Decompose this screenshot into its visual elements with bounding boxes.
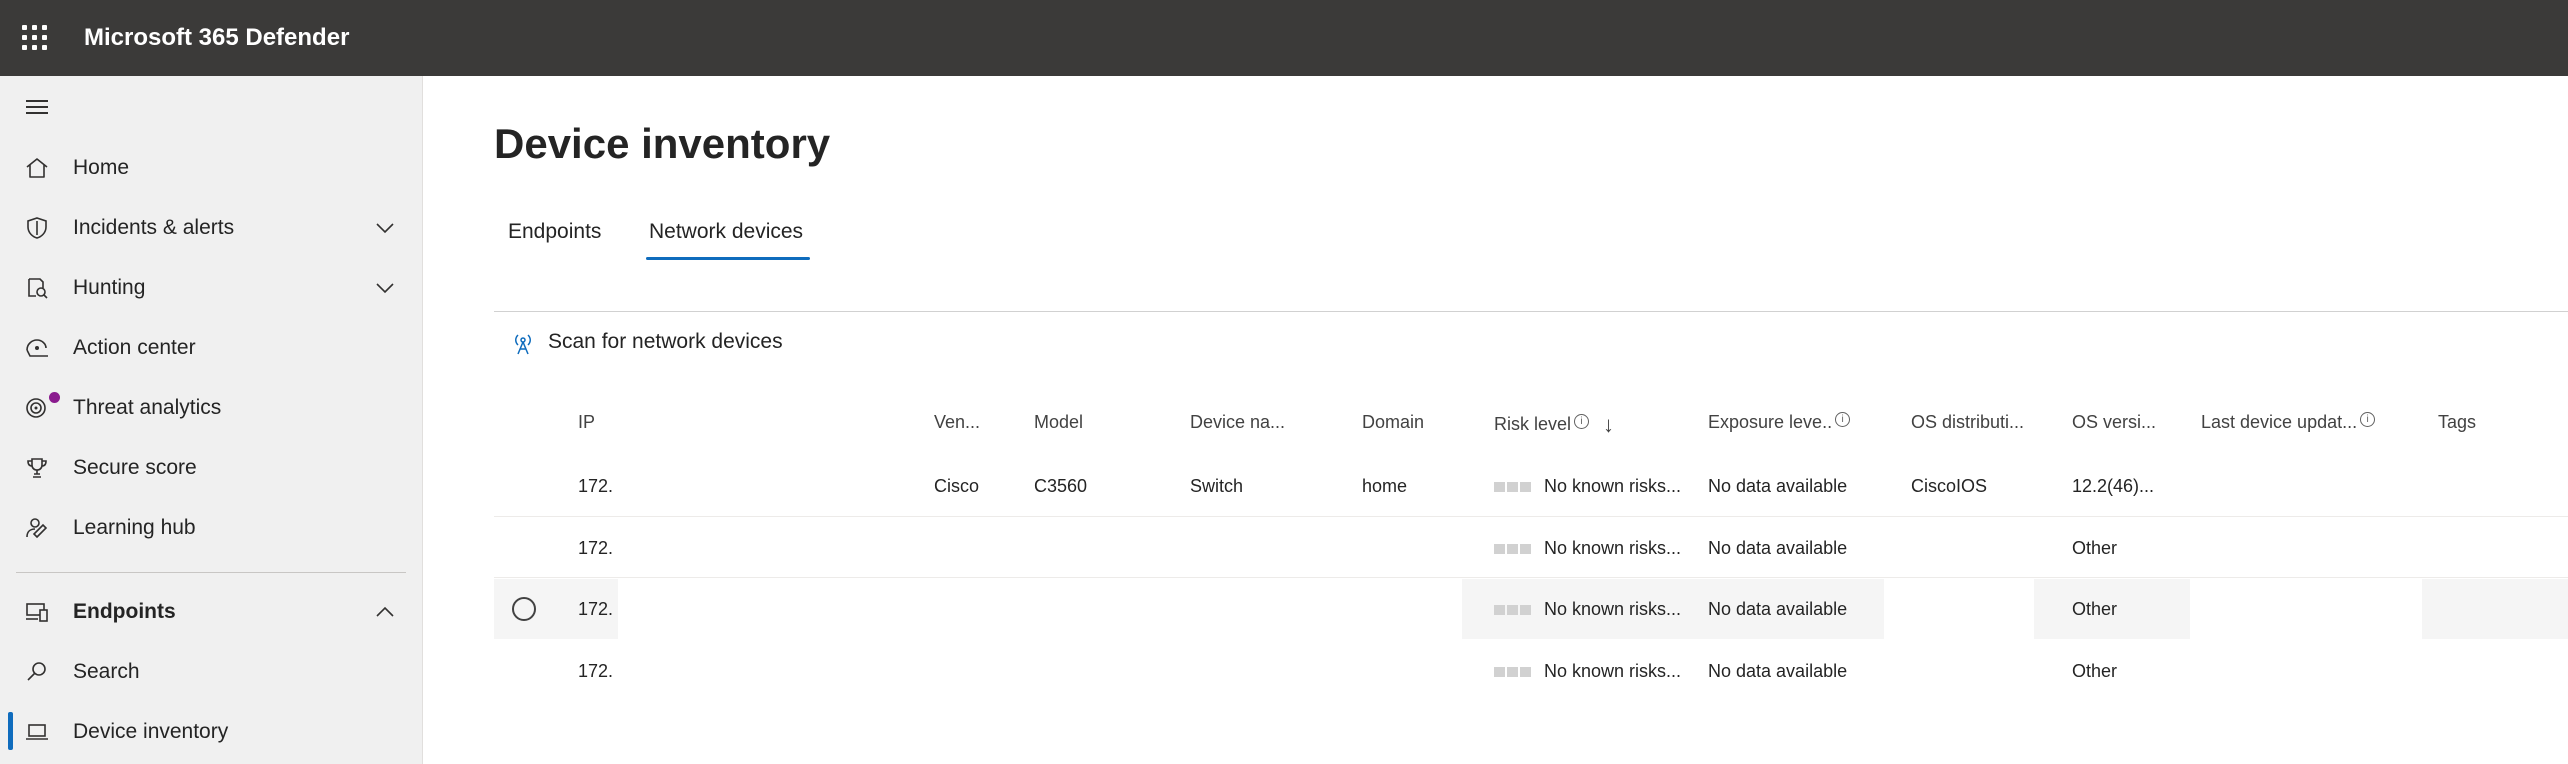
cell-exposure-level: No data available — [1708, 599, 1848, 619]
sidebar-item-secure-score[interactable]: Secure score — [0, 438, 422, 498]
endpoints-icon — [26, 603, 48, 622]
risk-level-bars — [1494, 605, 1532, 615]
row-divider — [494, 516, 2568, 517]
risk-level-bars — [1494, 544, 1532, 554]
cell-os-version: Other — [2072, 538, 2118, 558]
sidebar-item-label: Hunting — [73, 276, 146, 299]
column-header-label: Exposure leve.. — [1708, 412, 1833, 432]
cell-os-version: Other — [2072, 599, 2118, 619]
cell-risk-level: No known risks... — [1544, 661, 1682, 681]
chevron-down-icon[interactable] — [374, 218, 396, 238]
info-icon[interactable]: i — [1574, 414, 1590, 429]
sidebar-item-incidents-alerts[interactable]: Incidents & alerts — [0, 198, 422, 258]
row-select-radio[interactable] — [512, 597, 536, 621]
cell-ip: 172. — [578, 476, 614, 496]
page-title: Device inventory — [494, 120, 831, 167]
column-header-risk-level[interactable]: Risk level i ↓ — [1494, 412, 1614, 438]
cell-exposure-level: No data available — [1708, 661, 1848, 681]
cell-os-distribution: CiscoIOS — [1911, 476, 1988, 496]
notification-dot — [49, 392, 60, 403]
row-divider — [494, 577, 2568, 578]
cell-device-name: Switch — [1190, 476, 1244, 496]
cell-risk-level: No known risks... — [1544, 599, 1682, 619]
table-row[interactable]: 172. No known risks... No data available… — [494, 579, 2568, 639]
sidebar-item-threat-analytics[interactable]: Threat analytics — [0, 378, 422, 438]
sidebar-item-label: Home — [73, 156, 130, 179]
sidebar-item-label: Incidents & alerts — [73, 216, 235, 239]
search-icon — [27, 662, 46, 681]
column-header-ip[interactable]: IP — [578, 412, 595, 433]
home-icon — [26, 158, 48, 178]
learning-hub-icon — [26, 518, 48, 539]
sidebar-item-home[interactable]: Home — [0, 138, 422, 198]
cell-domain: home — [1362, 476, 1408, 496]
cell-risk-level: No known risks... — [1544, 476, 1682, 496]
cell-exposure-level: No data available — [1708, 476, 1848, 496]
active-indicator — [8, 712, 13, 750]
column-header-vendor[interactable]: Ven... — [934, 412, 980, 433]
content-divider — [494, 311, 2568, 312]
column-header-tags[interactable]: Tags — [2438, 412, 2476, 433]
sidebar: Home Incidents & alerts Hunting Action c… — [0, 76, 423, 764]
sidebar-item-endpoints[interactable]: Endpoints — [0, 582, 422, 642]
column-header-label: Last device updat... — [2201, 412, 2358, 432]
cell-ip: 172. — [578, 599, 614, 619]
risk-level-bars — [1494, 482, 1532, 492]
antenna-icon — [515, 334, 531, 355]
app-title[interactable]: Microsoft 365 Defender — [84, 24, 349, 52]
sidebar-item-label: Threat analytics — [73, 396, 222, 419]
column-header-device-name[interactable]: Device na... — [1190, 412, 1285, 433]
collapse-navigation-icon[interactable] — [26, 100, 48, 114]
chevron-up-icon[interactable] — [374, 602, 396, 622]
sidebar-item-label: Action center — [73, 336, 196, 359]
sidebar-item-label: Endpoints — [73, 600, 176, 623]
info-icon[interactable]: i — [1835, 412, 1851, 427]
tab-network-devices[interactable]: Network devices — [649, 220, 803, 244]
row-hover-bg — [2422, 579, 2568, 639]
trophy-icon — [27, 458, 47, 478]
sidebar-item-action-center[interactable]: Action center — [0, 318, 422, 378]
sidebar-item-label: Search — [73, 660, 140, 683]
sidebar-item-label: Learning hub — [73, 516, 196, 539]
info-icon[interactable]: i — [2360, 412, 2376, 427]
sidebar-divider — [16, 572, 406, 573]
threat-analytics-icon — [26, 398, 46, 418]
laptop-icon — [26, 724, 48, 740]
column-header-model[interactable]: Model — [1034, 412, 1083, 433]
column-header-label: Risk level — [1494, 414, 1572, 434]
sidebar-item-device-inventory[interactable]: Device inventory — [0, 702, 422, 762]
tab-endpoints[interactable]: Endpoints — [508, 220, 601, 244]
table-row[interactable]: 172. No known risks... No data available… — [494, 641, 2568, 701]
shield-icon — [27, 217, 47, 239]
table-row[interactable]: 172. No known risks... No data available… — [494, 518, 2568, 578]
app-launcher-icon[interactable] — [22, 25, 48, 51]
cell-os-version: 12.2(46)... — [2072, 476, 2155, 496]
cell-exposure-level: No data available — [1708, 538, 1848, 558]
chevron-down-icon[interactable] — [374, 278, 396, 298]
risk-level-bars — [1494, 667, 1532, 677]
table-row[interactable]: 172. Cisco C3560 Switch home No known ri… — [494, 456, 2568, 517]
cell-os-version: Other — [2072, 661, 2118, 681]
column-header-os-version[interactable]: OS versi... — [2072, 412, 2156, 433]
cell-vendor: Cisco — [934, 476, 980, 496]
cell-ip: 172. — [578, 538, 614, 558]
sidebar-item-label: Secure score — [73, 456, 197, 479]
column-header-domain[interactable]: Domain — [1362, 412, 1424, 433]
cell-model: C3560 — [1034, 476, 1088, 496]
sidebar-item-search[interactable]: Search — [0, 642, 422, 702]
top-bar: Microsoft 365 Defender — [0, 0, 2568, 76]
selected-tab-indicator — [646, 257, 810, 260]
column-header-os-distribution[interactable]: OS distributi... — [1911, 412, 2024, 433]
column-header-exposure-level[interactable]: Exposure leve.. i — [1708, 412, 1851, 433]
column-header-last-update[interactable]: Last device updat... i — [2201, 412, 2376, 433]
cell-ip: 172. — [578, 661, 614, 681]
scan-button-label: Scan for network devices — [548, 330, 783, 353]
sort-descending-icon[interactable]: ↓ — [1603, 412, 1614, 438]
sidebar-item-learning-hub[interactable]: Learning hub — [0, 498, 422, 558]
action-center-icon — [26, 339, 48, 357]
sidebar-item-hunting[interactable]: Hunting — [0, 258, 422, 318]
sidebar-item-label: Device inventory — [73, 720, 229, 743]
hunting-icon — [28, 278, 48, 299]
cell-risk-level: No known risks... — [1544, 538, 1682, 558]
